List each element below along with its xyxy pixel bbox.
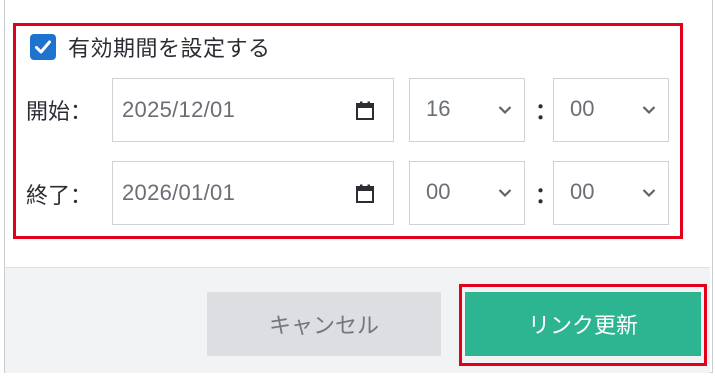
end-date-value: 2026/01/01 <box>122 180 236 205</box>
update-link-button[interactable]: リンク更新 <box>465 292 701 356</box>
expiry-checkbox-label: 有効期間を設定する <box>68 37 271 62</box>
chevron-down-icon <box>642 189 656 198</box>
end-label: 終了 <box>26 184 71 209</box>
expiry-checkbox-row[interactable]: 有効期間を設定する <box>30 31 271 63</box>
start-label-colon: ： <box>70 100 93 125</box>
chevron-down-icon <box>642 106 656 115</box>
start-date-value: 2025/12/01 <box>122 97 236 122</box>
calendar-icon[interactable] <box>355 184 375 204</box>
chevron-down-icon <box>498 189 512 198</box>
end-label-group: 終了： <box>26 178 92 210</box>
start-date-input[interactable]: 2025/12/01 <box>112 78 394 142</box>
end-hour-value: 00 <box>426 179 451 204</box>
end-minute-value: 00 <box>570 179 595 204</box>
end-date-input[interactable]: 2026/01/01 <box>112 161 394 225</box>
start-minute-select[interactable]: 00 <box>553 78 669 142</box>
calendar-icon[interactable] <box>355 101 375 121</box>
end-minute-select[interactable]: 00 <box>553 161 669 225</box>
expiry-checkbox[interactable] <box>30 34 56 60</box>
end-hour-select[interactable]: 00 <box>409 161 525 225</box>
start-label: 開始 <box>26 100 71 125</box>
start-hour-value: 16 <box>426 96 451 121</box>
chevron-down-icon <box>498 106 512 115</box>
end-label-colon: ： <box>70 184 93 209</box>
cancel-button[interactable]: キャンセル <box>207 292 441 356</box>
check-icon <box>35 40 51 54</box>
start-minute-value: 00 <box>570 96 595 121</box>
start-hour-select[interactable]: 16 <box>409 78 525 142</box>
start-label-group: 開始： <box>26 94 92 126</box>
